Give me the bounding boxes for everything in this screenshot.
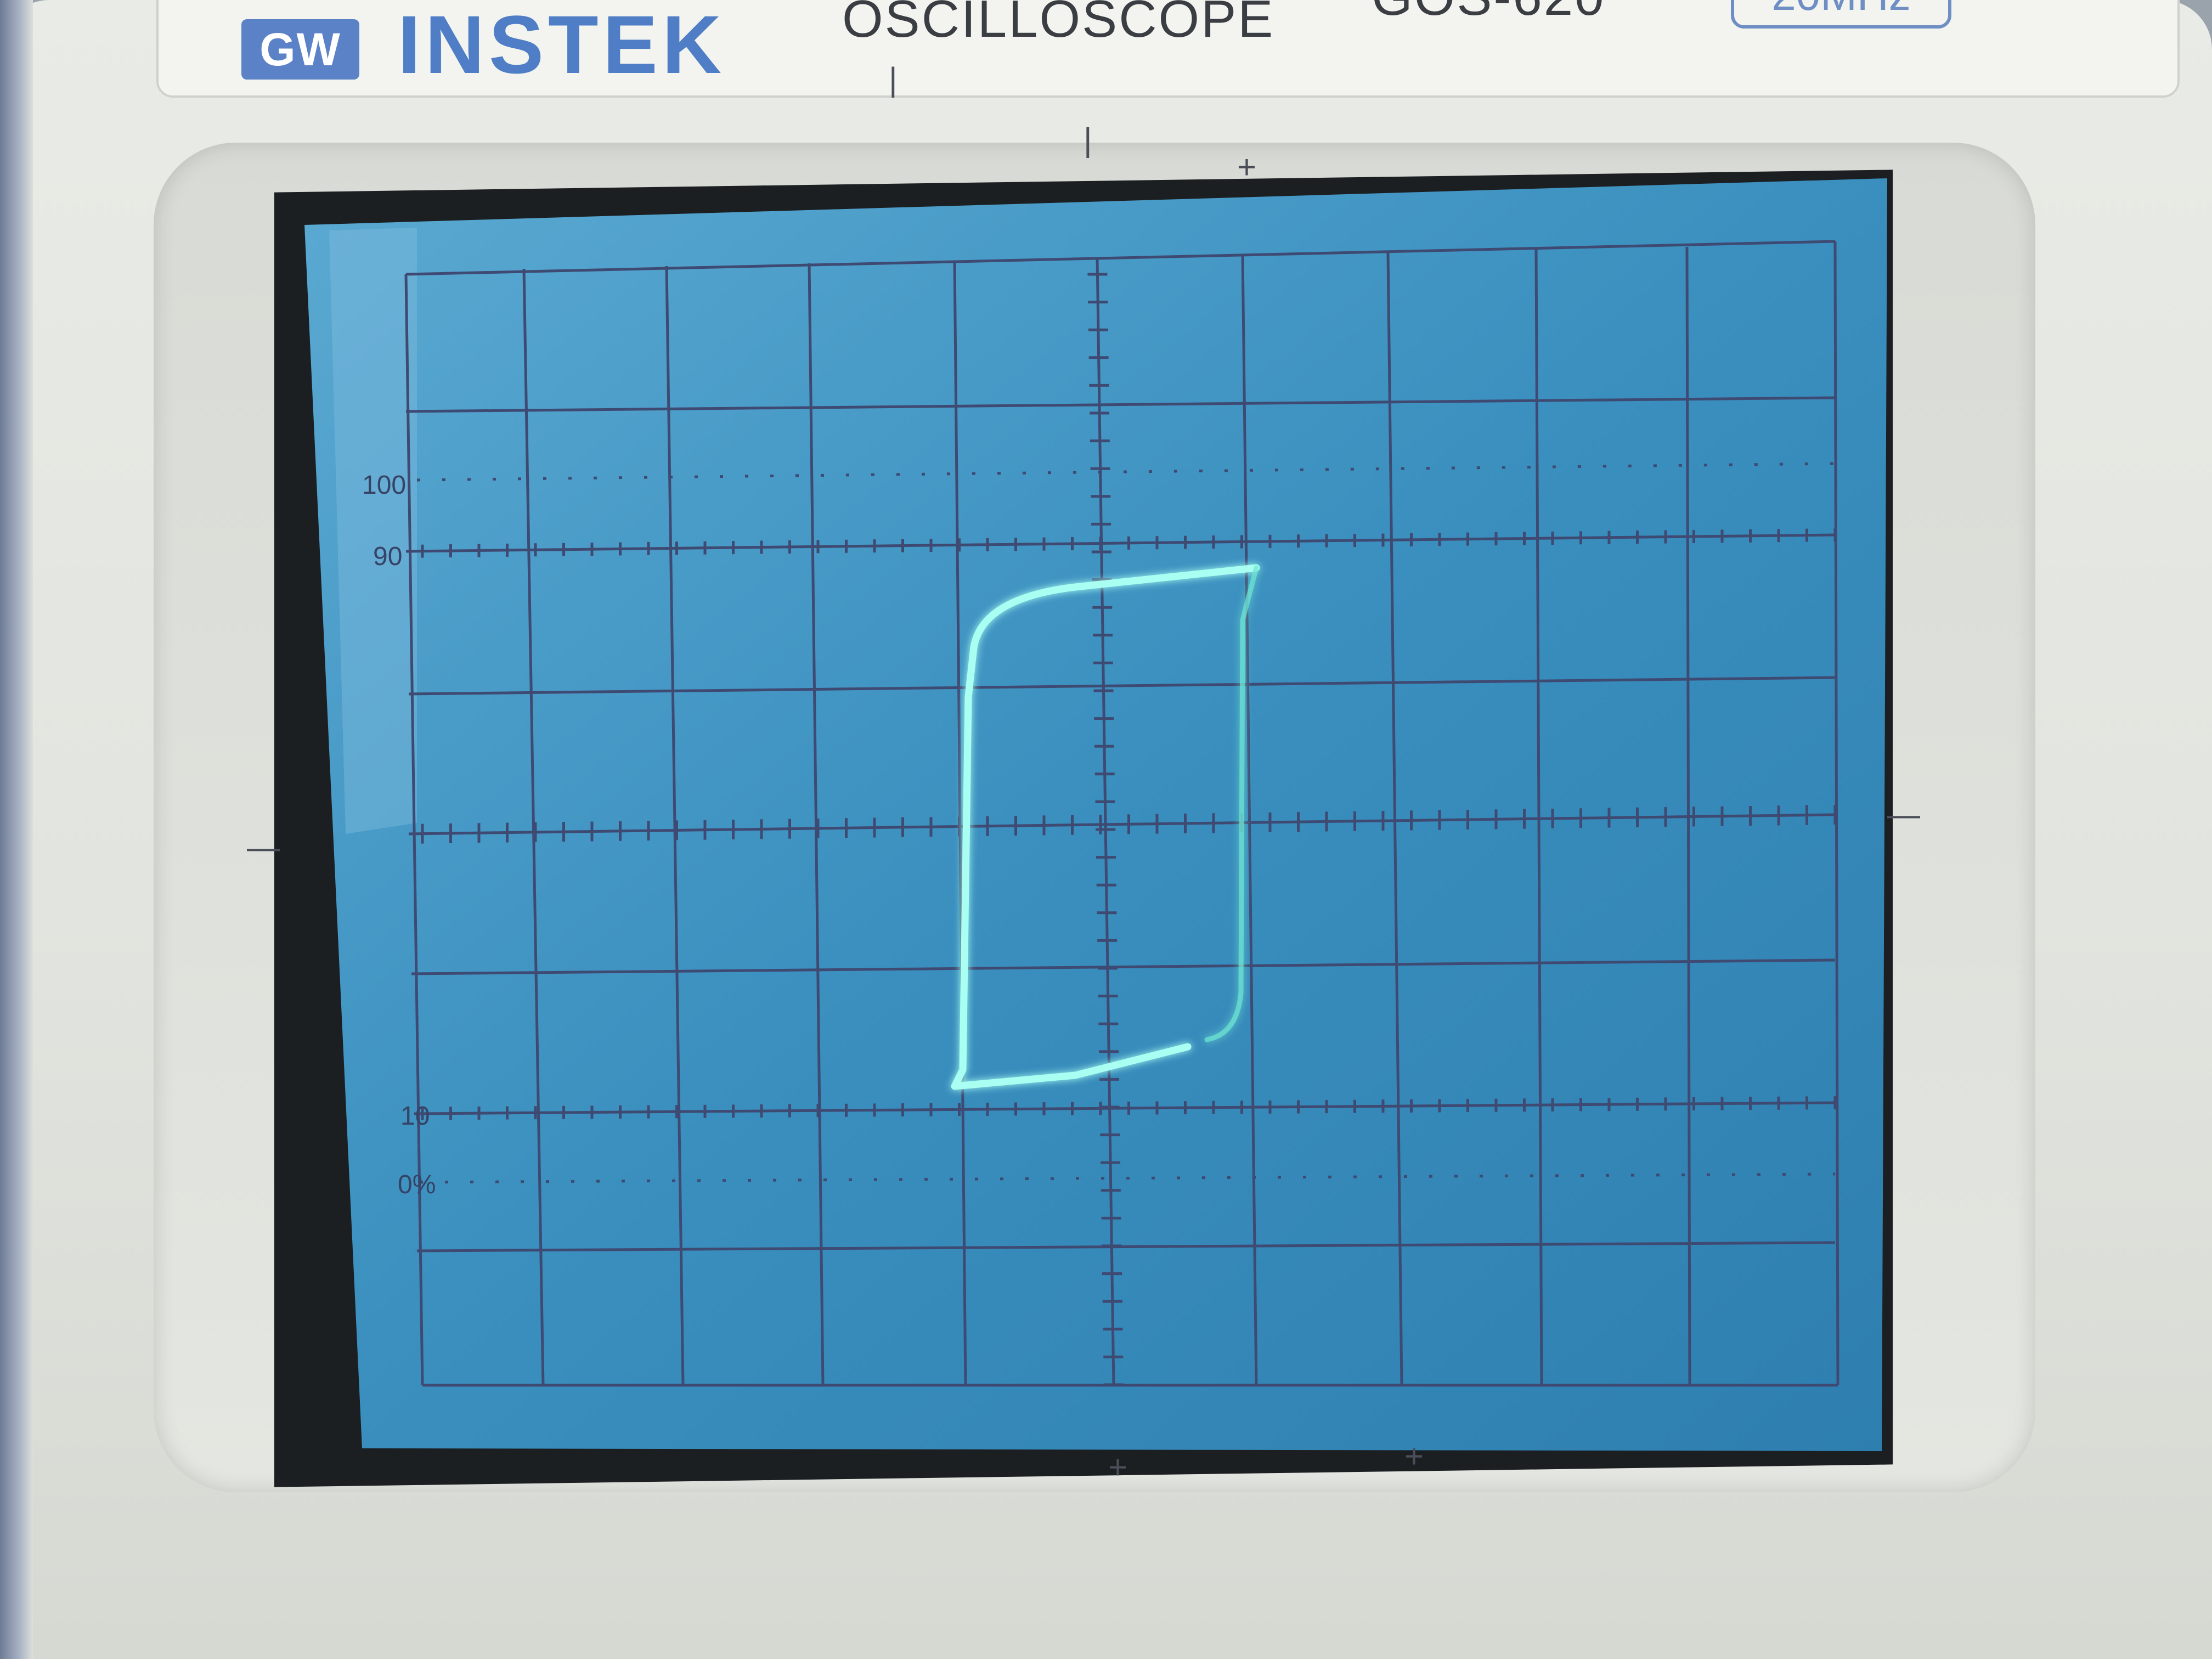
bezel-pen-mark: + — [1108, 1449, 1128, 1486]
bezel-pen-mark: | — [889, 61, 898, 98]
bezel-pen-mark: + — [1404, 1438, 1424, 1475]
label-100: 100 — [362, 471, 406, 500]
label-10: 10 — [400, 1102, 430, 1131]
label-90: 90 — [373, 542, 402, 571]
bezel-pen-mark: + — [1237, 149, 1257, 185]
label-0-percent: 0% — [398, 1170, 436, 1199]
bezel-pen-mark: | — [1084, 121, 1092, 158]
bezel-pen-mark: — — [247, 829, 280, 866]
bezel-pen-mark: — — [1887, 796, 1920, 833]
crt-screen: 100 90 10 0% — [304, 178, 1887, 1451]
